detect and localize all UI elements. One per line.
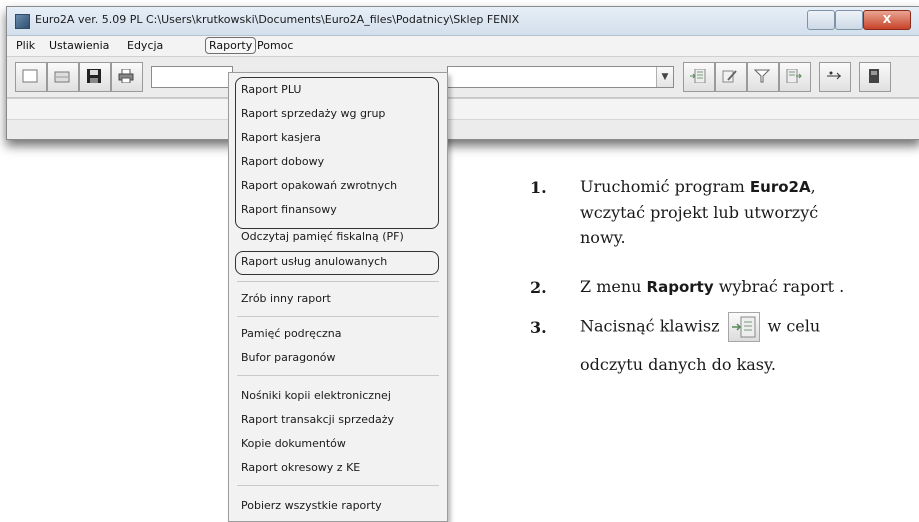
menu-separator	[237, 281, 439, 282]
menu-item-raport-uslug-anulowanych[interactable]: Raport usług anulowanych	[241, 255, 387, 268]
open-file-button[interactable]	[47, 62, 79, 92]
chevron-down-icon[interactable]: ▼	[656, 67, 673, 87]
menu-separator	[237, 375, 439, 376]
read-data-button[interactable]	[683, 62, 715, 92]
step-2-number: 2.	[530, 278, 547, 297]
printer-icon	[118, 69, 134, 83]
maximize-button[interactable]	[835, 10, 863, 30]
print-button[interactable]	[111, 62, 143, 92]
floppy-disk-icon	[87, 69, 101, 83]
step-3-line-2: odczytu danych do kasy.	[580, 355, 777, 374]
app-window: Euro2A ver. 5.09 PL C:\Users\krutkowski\…	[6, 6, 919, 140]
menu-item-raport-okresowy-ke[interactable]: Raport okresowy z KE	[241, 461, 360, 474]
open-file-icon	[54, 71, 70, 83]
usb-icon	[827, 71, 841, 80]
usb-button[interactable]	[819, 62, 851, 92]
step-3-number: 3.	[530, 318, 547, 337]
menu-item-raport-sprzedazy-wg-grup[interactable]: Raport sprzedaży wg grup	[241, 107, 385, 120]
menu-item-kopie-dokumentow[interactable]: Kopie dokumentów	[241, 437, 346, 450]
save-button[interactable]	[79, 62, 111, 92]
window-title: Euro2A ver. 5.09 PL C:\Users\krutkowski\…	[35, 13, 520, 26]
step-1-text-a: Uruchomić program	[580, 177, 750, 196]
step-1-program-name: Euro2A	[749, 178, 811, 196]
raporty-dropdown-menu: Raport PLU Raport sprzedaży wg grup Rapo…	[228, 72, 448, 522]
step-2-text: Z menu Raporty wybrać raport .	[580, 274, 910, 300]
menu-item-pobierz-wszystkie[interactable]: Pobierz wszystkie raporty	[241, 499, 382, 512]
menu-pomoc[interactable]: Pomoc	[257, 39, 293, 52]
menu-item-pamiec-podreczna[interactable]: Pamięć podręczna	[241, 327, 341, 340]
pencil-icon	[722, 70, 737, 83]
menu-separator	[237, 485, 439, 486]
help-book-icon	[869, 69, 879, 83]
new-file-icon	[22, 69, 38, 83]
step-2-text-c: wybrać raport .	[713, 277, 845, 296]
step-2-menu-name: Raporty	[646, 278, 714, 296]
menu-separator	[237, 316, 439, 317]
read-data-icon	[690, 69, 706, 83]
menu-item-raport-opakowan-zwrotnych[interactable]: Raport opakowań zwrotnych	[241, 179, 397, 192]
step-1-number: 1.	[530, 178, 547, 197]
left-combo-input[interactable]	[151, 66, 233, 88]
step-1-text-c: ,	[810, 177, 816, 196]
menu-item-nosniki-kopii[interactable]: Nośniki kopii elektronicznej	[241, 389, 391, 402]
toolbar: ▼	[7, 56, 919, 98]
menu-plik[interactable]: Plik	[16, 39, 35, 52]
filter-icon	[754, 69, 770, 83]
step-3-text: Nacisnąć klawisz w celu odczytu danych do…	[580, 312, 910, 377]
menu-item-raport-dobowy[interactable]: Raport dobowy	[241, 155, 324, 168]
send-data-button[interactable]	[779, 62, 811, 92]
send-data-icon	[786, 69, 802, 83]
menu-item-raport-finansowy[interactable]: Raport finansowy	[241, 203, 337, 216]
read-data-icon	[727, 312, 760, 342]
title-bar[interactable]: Euro2A ver. 5.09 PL C:\Users\krutkowski\…	[7, 7, 919, 36]
menu-bar: Plik Ustawienia Edycja Raporty Pomoc	[7, 36, 919, 56]
status-bar	[7, 119, 919, 139]
step-3-text-a: Nacisnąć klawisz	[580, 316, 720, 336]
menu-ustawienia[interactable]: Ustawienia	[49, 39, 109, 52]
edit-button[interactable]	[715, 62, 747, 92]
secondary-toolbar	[7, 98, 919, 119]
menu-edycja[interactable]: Edycja	[127, 39, 163, 52]
menu-item-odczytaj-pamiec-fiskalna[interactable]: Odczytaj pamięć fiskalną (PF)	[241, 230, 404, 243]
menu-item-raport-transakcji[interactable]: Raport transakcji sprzedaży	[241, 413, 394, 426]
filter-button[interactable]	[747, 62, 779, 92]
menu-item-raport-kasjera[interactable]: Raport kasjera	[241, 131, 321, 144]
step-1-line-2: wczytać projekt lub utworzyć	[580, 203, 819, 222]
step-1-line-3: nowy.	[580, 228, 626, 247]
new-file-button[interactable]	[15, 62, 47, 92]
help-button[interactable]	[859, 62, 891, 92]
close-button[interactable]: X	[863, 10, 911, 30]
menu-item-zrob-inny-raport[interactable]: Zrób inny raport	[241, 292, 331, 305]
minimize-button[interactable]	[807, 10, 835, 30]
menu-item-raport-plu[interactable]: Raport PLU	[241, 83, 301, 96]
step-3-text-b: w celu	[767, 316, 821, 336]
step-2-text-a: Z menu	[580, 277, 647, 296]
step-1-text: Uruchomić program Euro2A, wczytać projek…	[580, 174, 910, 250]
app-icon	[15, 14, 30, 29]
menu-raporty[interactable]: Raporty	[205, 37, 257, 54]
menu-item-bufor-paragonow[interactable]: Bufor paragonów	[241, 351, 336, 364]
project-combo[interactable]: ▼	[447, 66, 674, 88]
